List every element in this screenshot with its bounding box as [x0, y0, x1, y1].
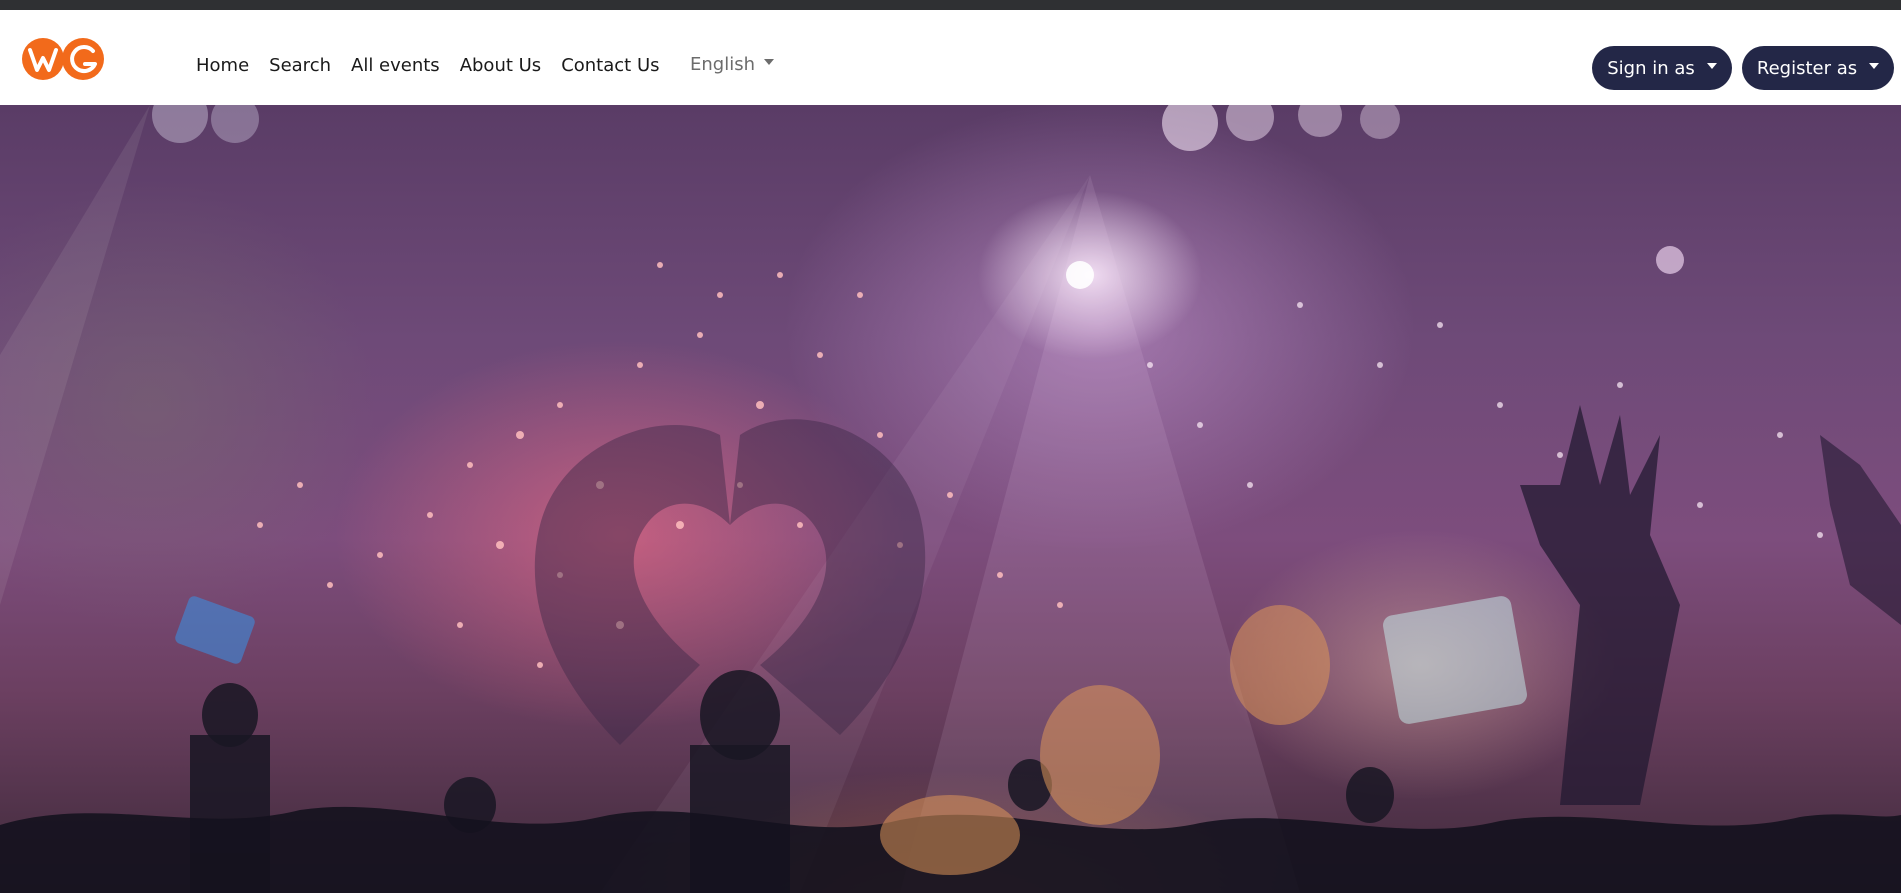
- navbar: Home Search All events About Us Contact …: [0, 10, 1901, 105]
- register-as-label: Register as: [1756, 57, 1858, 79]
- sign-in-as-label: Sign in as: [1607, 57, 1695, 79]
- nav-contact-us-link[interactable]: Contact Us: [561, 55, 659, 76]
- browser-top-bar: [0, 0, 1901, 10]
- chevron-down-icon: [1869, 63, 1880, 69]
- logo[interactable]: [21, 34, 105, 84]
- language-selected: English: [690, 54, 755, 75]
- sign-in-as-button[interactable]: Sign in as: [1592, 46, 1732, 90]
- hero-image: [0, 105, 1901, 893]
- chevron-down-icon: [764, 58, 774, 65]
- nav-all-events-link[interactable]: All events: [351, 55, 440, 76]
- language-dropdown[interactable]: English: [690, 54, 774, 75]
- main-nav: Home Search All events About Us Contact …: [196, 55, 680, 76]
- nav-search-link[interactable]: Search: [269, 55, 331, 76]
- register-as-button[interactable]: Register as: [1742, 46, 1894, 90]
- hero-illustration: [0, 105, 1901, 893]
- nav-home-link[interactable]: Home: [196, 55, 249, 76]
- chevron-down-icon: [1706, 63, 1717, 69]
- nav-about-us-link[interactable]: About Us: [460, 55, 542, 76]
- logo-icon: [22, 38, 104, 80]
